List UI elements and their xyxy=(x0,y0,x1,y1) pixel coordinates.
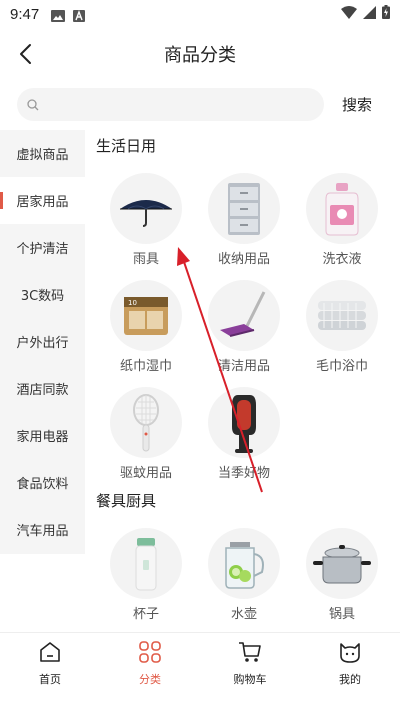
subcategory-cups[interactable]: 杯子 xyxy=(97,515,195,622)
subcategory-label: 毛巾浴巾 xyxy=(315,359,368,374)
bladeless-fan-icon xyxy=(208,387,280,458)
sidebar-item-food-drinks[interactable]: 食品饮料 xyxy=(0,459,85,506)
bug-zapper-racket-icon xyxy=(110,387,182,458)
sidebar-item-label: 个护清洁 xyxy=(16,242,69,257)
tab-label: 分类 xyxy=(139,673,161,686)
subcategory-label: 驱蚊用品 xyxy=(119,466,172,481)
subcategory-seasonal[interactable]: 当季好物 xyxy=(195,374,293,481)
sidebar-item-label: 虚拟商品 xyxy=(16,148,69,163)
towels-icon xyxy=(306,280,378,351)
wifi-icon xyxy=(341,5,357,23)
sidebar-item-hotel[interactable]: 酒店同款 xyxy=(0,365,85,412)
search-box[interactable] xyxy=(17,88,324,121)
sidebar-item-label: 食品饮料 xyxy=(16,477,69,492)
subcategory-label: 杯子 xyxy=(132,607,159,622)
tissue-box-icon: 10 xyxy=(110,280,182,351)
sidebar-item-label: 居家用品 xyxy=(16,195,69,210)
cooking-pot-icon xyxy=(306,528,378,599)
home-icon xyxy=(37,639,63,665)
subcategory-storage[interactable]: 收纳用品 xyxy=(195,160,293,267)
header: 商品分类 xyxy=(0,28,400,80)
umbrella-icon xyxy=(110,173,182,244)
subcategory-rain-gear[interactable]: 雨具 xyxy=(97,160,195,267)
subcategory-label: 收纳用品 xyxy=(217,252,270,267)
sidebar-item-virtual-goods[interactable]: 虚拟商品 xyxy=(0,130,85,177)
profile-cat-icon xyxy=(337,639,363,665)
text-notification-icon xyxy=(73,8,87,22)
svg-text:10: 10 xyxy=(128,299,137,307)
section-title: 餐具厨具 xyxy=(96,492,157,510)
mop-icon xyxy=(208,280,280,351)
chevron-left-icon xyxy=(20,44,31,64)
tab-home[interactable]: 首页 xyxy=(0,633,100,690)
subcategory-label: 锅具 xyxy=(328,607,355,622)
bottom-tab-bar: 首页 分类 购物车 我的 xyxy=(0,632,400,690)
sidebar-item-3c-digital[interactable]: 3C数码 xyxy=(0,271,85,318)
status-time: 9:47 xyxy=(10,5,40,23)
section-title: 生活日用 xyxy=(96,137,157,155)
detergent-bottle-icon xyxy=(306,173,378,244)
image-notification-icon xyxy=(51,8,66,22)
category-sidebar: 虚拟商品 居家用品 个护清洁 3C数码 户外出行 酒店同款 家用电器 食品饮料 … xyxy=(0,130,85,554)
subcategory-grid: 杯子 水壶 锅具 xyxy=(85,515,400,622)
sidebar-item-personal-care[interactable]: 个护清洁 xyxy=(0,224,85,271)
subcategory-tissues[interactable]: 10 纸巾湿巾 xyxy=(97,267,195,374)
back-button[interactable] xyxy=(10,40,40,68)
search-button[interactable]: 搜索 xyxy=(334,92,380,118)
sidebar-item-outdoor[interactable]: 户外出行 xyxy=(0,318,85,365)
tab-label: 首页 xyxy=(39,673,61,686)
sidebar-item-appliances[interactable]: 家用电器 xyxy=(0,412,85,459)
subcategory-cookware[interactable]: 锅具 xyxy=(293,515,391,622)
signal-icon xyxy=(363,5,376,23)
sidebar-item-label: 家用电器 xyxy=(16,430,69,445)
subcategory-cleaning[interactable]: 清洁用品 xyxy=(195,267,293,374)
subcategory-label: 雨具 xyxy=(132,252,159,267)
thermos-cup-icon xyxy=(110,528,182,599)
subcategory-label: 洗衣液 xyxy=(322,252,362,267)
sidebar-item-home-goods[interactable]: 居家用品 xyxy=(0,177,85,224)
category-grid-icon xyxy=(137,639,163,665)
tab-profile[interactable]: 我的 xyxy=(300,633,400,690)
subcategory-towels[interactable]: 毛巾浴巾 xyxy=(293,267,391,374)
category-content: 生活日用 雨具 收纳用品 洗衣液 10 纸巾湿巾 清洁用品 毛巾浴巾 驱蚊用品 … xyxy=(85,130,400,632)
subcategory-detergent[interactable]: 洗衣液 xyxy=(293,160,391,267)
tab-label: 我的 xyxy=(339,673,361,686)
subcategory-mosquito[interactable]: 驱蚊用品 xyxy=(97,374,195,481)
sidebar-item-car[interactable]: 汽车用品 xyxy=(0,506,85,553)
subcategory-label: 当季好物 xyxy=(217,466,270,481)
subcategory-label: 纸巾湿巾 xyxy=(119,359,172,374)
subcategory-kettles[interactable]: 水壶 xyxy=(195,515,293,622)
subcategory-label: 水壶 xyxy=(230,607,257,622)
search-icon xyxy=(27,98,39,110)
sidebar-item-label: 户外出行 xyxy=(16,336,69,351)
status-bar: 9:47 xyxy=(0,0,400,28)
sidebar-item-label: 汽车用品 xyxy=(16,524,69,539)
sidebar-item-label: 酒店同款 xyxy=(16,383,69,398)
subcategory-label: 清洁用品 xyxy=(217,359,270,374)
sidebar-item-label: 3C数码 xyxy=(20,289,65,304)
page-title: 商品分类 xyxy=(164,45,236,66)
cart-icon xyxy=(237,639,263,665)
tab-cart[interactable]: 购物车 xyxy=(200,633,300,690)
battery-icon xyxy=(382,5,390,23)
gesture-area xyxy=(0,690,400,711)
search-row: 搜索 xyxy=(0,88,400,122)
storage-drawers-icon xyxy=(208,173,280,244)
glass-kettle-icon xyxy=(208,528,280,599)
subcategory-grid: 雨具 收纳用品 洗衣液 10 纸巾湿巾 清洁用品 毛巾浴巾 驱蚊用品 当季好物 xyxy=(85,160,400,481)
search-input[interactable] xyxy=(45,89,315,120)
tab-label: 购物车 xyxy=(233,673,267,686)
tab-category[interactable]: 分类 xyxy=(100,633,200,690)
